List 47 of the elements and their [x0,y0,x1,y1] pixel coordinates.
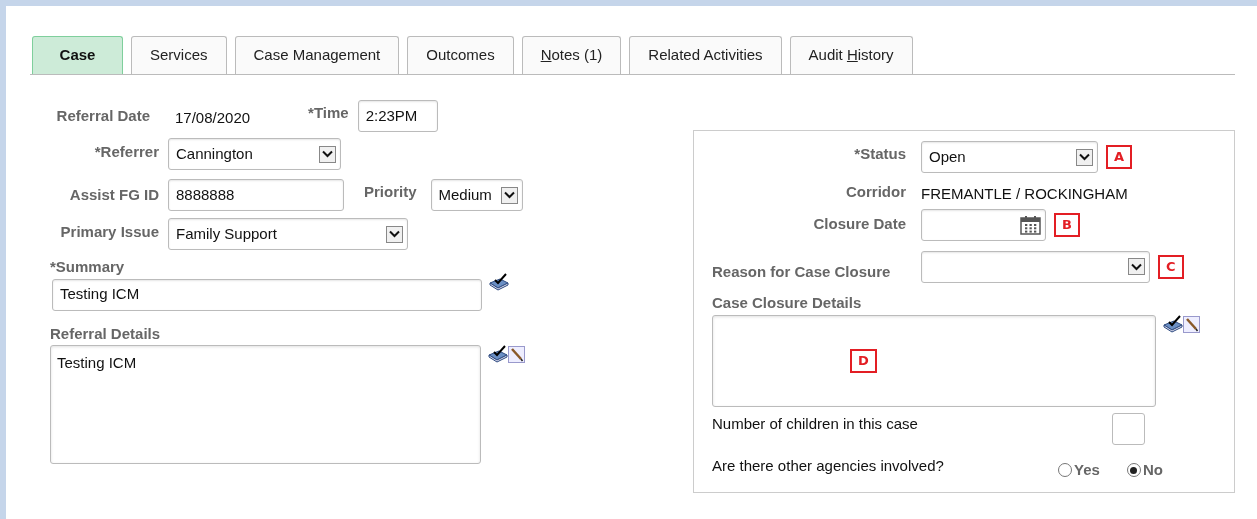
spellcheck-icon[interactable] [489,272,509,291]
primary-issue-dropdown[interactable]: Family Support [168,218,408,250]
callout-label: B [1054,212,1080,237]
priority-dropdown[interactable]: Medium [430,179,523,211]
tab[interactable]: Related Activities [629,36,782,74]
field-label: Case Closure Details [712,294,862,311]
summary-field[interactable]: Testing ICM [52,278,482,311]
field-label: *Time [308,102,349,123]
closure-date-field[interactable] [921,208,1046,241]
callout-label: C [1158,254,1184,279]
referral-details-field[interactable]: Testing ICM [50,345,481,464]
case-closure-details-field[interactable]: D [712,315,1156,407]
status-dropdown[interactable]: Open [921,141,1098,173]
field-label: Referral Date [55,105,150,126]
tab[interactable]: Services [131,36,227,74]
tab[interactable]: Outcomes [407,36,514,74]
field-label: Reason for Case Closure [712,261,892,282]
tab[interactable]: Case [32,36,123,74]
field-label: Referral Details [50,324,161,342]
radio-option[interactable]: Yes [1058,459,1100,482]
corridor-value: FREMANTLE / ROCKINGHAM [921,184,1128,204]
referrer-dropdown[interactable]: Cannington [168,138,341,170]
callout-label: A [1106,145,1133,169]
field-label: Assist FG ID [68,184,159,205]
tab[interactable]: Case Management [234,36,400,74]
tab[interactable]: Audit History [789,36,913,74]
field-label: Priority [364,181,417,202]
radio-option[interactable]: No [1126,459,1163,482]
field-label: Primary Issue [59,221,159,242]
assist-fg-id-field[interactable]: 8888888 [168,179,344,211]
spellcheck-icon[interactable] [1163,315,1183,333]
field-label: Are there other agencies involved? [712,456,945,476]
field-label: Number of children in this case [712,414,919,434]
field-label: Corridor [845,182,906,202]
field-label: *Referrer [93,141,159,162]
children-count-field[interactable] [1112,413,1145,445]
referral-date-value: 17/08/2020 [175,107,251,128]
calendar-icon[interactable] [1020,214,1041,235]
spellcheck-icon[interactable] [488,345,508,363]
field-label: Closure Date [812,214,906,235]
edit-icon[interactable] [1183,316,1200,333]
field-label: *Summary [50,258,125,275]
tab[interactable]: Notes (1) [521,36,622,74]
field-label: *Status [853,143,906,164]
callout-label: D [850,349,877,373]
time-field[interactable]: 2:23PM [357,100,438,132]
edit-icon[interactable] [508,345,525,363]
